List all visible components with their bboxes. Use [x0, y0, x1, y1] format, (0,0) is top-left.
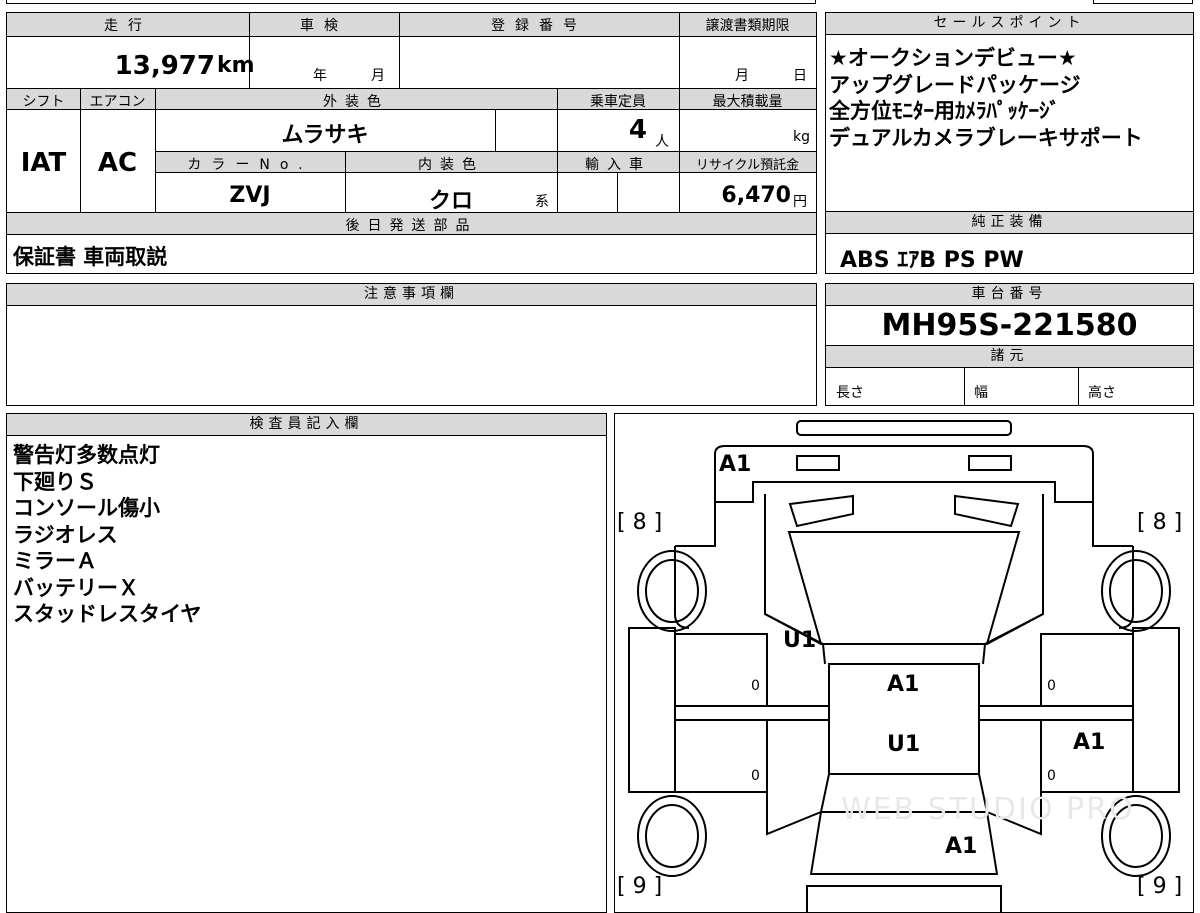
grid-line — [495, 110, 496, 151]
spec-height: 高さ — [1088, 385, 1116, 401]
transfer-day: 日 — [793, 68, 807, 84]
chassis-box: 車台番号 MH95S-221580 諸元 長さ 幅 高さ — [825, 283, 1194, 406]
inspector-list: 警告灯多数点灯 下廻りＳ コンソール傷小 ラジオレス ミラーＡ バッテリーＸ ス… — [13, 442, 201, 628]
inspection-label: 車検 — [300, 18, 348, 34]
grid-line — [1078, 368, 1079, 406]
tire-rear-right-label: [ 9 ] — [1137, 874, 1183, 899]
inspector-label: 検査員記入欄 — [7, 414, 606, 436]
transfer-month: 月 — [735, 68, 749, 84]
later-parts-label: 後日発送部品 — [345, 218, 478, 234]
inspector-box: 検査員記入欄 警告灯多数点灯 下廻りＳ コンソール傷小 ラジオレス ミラーＡ バ… — [6, 413, 607, 913]
chassis-value: MH95S-221580 — [881, 308, 1138, 343]
load-label: 最大積載量 — [712, 94, 783, 110]
inspector-item: ミラーＡ — [13, 549, 97, 573]
damage-mark-rear: A1 — [945, 834, 978, 859]
recycle-unit: 円 — [793, 194, 807, 210]
capacity-unit: 人 — [655, 134, 669, 150]
sales-item: アップグレードパッケージ — [829, 72, 1081, 97]
door-zero: 0 — [1047, 768, 1056, 784]
inspection-year: 年 — [313, 68, 327, 84]
inspection-month: 月 — [371, 68, 385, 84]
grid-line — [80, 88, 81, 212]
notes-box: 注意事項欄 — [6, 283, 817, 406]
grid-line — [249, 13, 250, 88]
sales-list: ★オークションデビュー★ アップグレードパッケージ 全方位ﾓﾆﾀｰ用ｶﾒﾗﾊﾟｯ… — [829, 45, 1143, 151]
shift-value: IAT — [20, 148, 67, 178]
exterior-label: 外装色 — [323, 94, 389, 110]
watermark: WEB STUDIO PRO — [841, 792, 1135, 827]
damage-mark-roof-lower: U1 — [887, 732, 921, 757]
capacity-value: 4 — [628, 115, 647, 145]
inspector-item: スタッドレスタイヤ — [13, 602, 202, 626]
mileage-value: 13,977 — [114, 51, 215, 81]
capacity-label: 乗車定員 — [590, 94, 646, 110]
car-diagram — [628, 420, 1180, 912]
interior-value: クロ — [428, 189, 473, 214]
shift-label: シフト — [22, 94, 65, 110]
sales-box: セールスポイント ★オークションデビュー★ アップグレードパッケージ 全方位ﾓﾆ… — [825, 12, 1194, 212]
inspector-item: ラジオレス — [13, 522, 118, 547]
spec-width: 幅 — [974, 385, 988, 401]
interior-label: 内装色 — [418, 157, 484, 173]
grid-line — [155, 88, 156, 212]
grid-line — [345, 151, 346, 212]
inspector-item: コンソール傷小 — [13, 496, 160, 520]
genuine-label: 純正装備 — [826, 212, 1193, 234]
ac-label: エアコン — [89, 94, 146, 110]
grid-line — [399, 13, 400, 88]
genuine-box: 純正装備 ABS ｴｱB PS PW — [825, 211, 1194, 274]
recycle-label: リサイクル預託金 — [695, 158, 800, 173]
tire-front-right-label: [ 8 ] — [1137, 510, 1183, 535]
grid-line — [617, 173, 618, 212]
color-no-label: カラーNo. — [187, 157, 313, 173]
damage-mark-bumper: A1 — [719, 452, 752, 477]
genuine-value: ABS ｴｱB PS PW — [840, 248, 1024, 273]
recycle-value: 6,470 — [721, 183, 791, 208]
top-strip-right — [1093, 0, 1193, 4]
notes-label: 注意事項欄 — [7, 284, 816, 306]
tire-front-left-label: [ 8 ] — [617, 510, 663, 535]
damage-mark-windshield: U1 — [783, 628, 817, 653]
grid-line — [679, 13, 680, 212]
interior-unit: 系 — [535, 194, 549, 210]
mileage-label: 走行 — [104, 18, 152, 34]
later-parts-value: 保証書 車両取説 — [13, 245, 168, 269]
color-no-value: ZVJ — [229, 183, 271, 208]
sales-item: デュアルカメラブレーキサポート — [829, 125, 1143, 150]
exterior-value: ムラサキ — [281, 123, 369, 148]
inspector-item: 警告灯多数点灯 — [13, 443, 160, 467]
spec-length: 長さ — [836, 385, 864, 401]
registration-label: 登録番号 — [491, 18, 587, 34]
grid-line — [964, 368, 965, 406]
inspector-item: バッテリーＸ — [13, 575, 139, 600]
tire-rear-left-label: [ 9 ] — [617, 874, 663, 899]
load-unit: kg — [793, 129, 810, 145]
sales-label: セールスポイント — [826, 13, 1193, 35]
import-label: 輸入車 — [585, 157, 651, 173]
car-diagram-box: [ 8 ] [ 8 ] [ 9 ] [ 9 ] A1 U1 A1 U1 A1 A… — [614, 413, 1194, 913]
door-zero: 0 — [751, 678, 760, 694]
top-strip — [6, 0, 816, 4]
sales-item: ★オークションデビュー★ — [829, 46, 1077, 70]
damage-mark-roof: A1 — [887, 672, 920, 697]
transfer-label: 譲渡書類期限 — [705, 18, 790, 34]
inspector-item: 下廻りＳ — [13, 469, 97, 494]
sales-item: 全方位ﾓﾆﾀｰ用ｶﾒﾗﾊﾟｯｹｰｼﾞ — [829, 99, 1060, 123]
door-zero: 0 — [1047, 678, 1056, 694]
chassis-label: 車台番号 — [826, 284, 1193, 306]
vehicle-info-box: 走行 車検 登録番号 譲渡書類期限 13,977 km 年 月 月 日 シフト … — [6, 12, 817, 274]
damage-mark-right-door: A1 — [1073, 730, 1106, 755]
specs-label: 諸元 — [826, 345, 1193, 368]
grid-line — [557, 88, 558, 212]
ac-value: AC — [97, 148, 138, 178]
door-zero: 0 — [751, 768, 760, 784]
